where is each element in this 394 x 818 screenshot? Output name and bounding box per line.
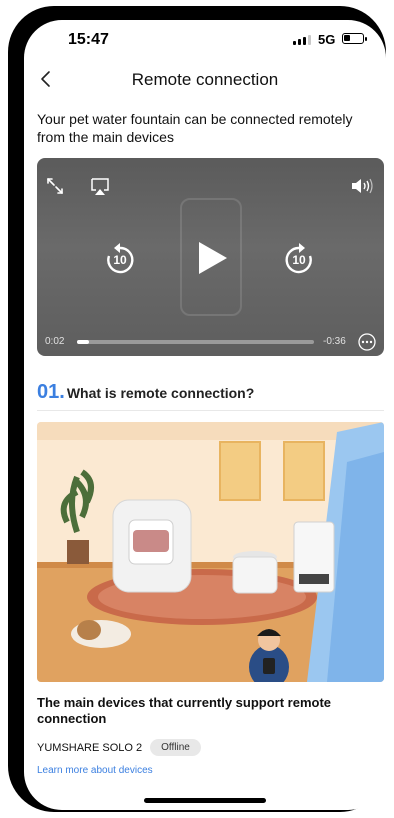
status-time: 15:47: [68, 31, 109, 48]
home-indicator[interactable]: [144, 798, 266, 803]
video-player[interactable]: 10 10 0:02 -0:36: [37, 158, 384, 356]
battery-icon: [342, 33, 367, 44]
skip-forward-label: 10: [292, 253, 306, 267]
section-title: What is remote connection?: [66, 385, 255, 401]
video-progress-bar[interactable]: [77, 340, 314, 344]
section-heading: 01. What is remote connection?: [37, 381, 254, 404]
device-name: YUMSHARE SOLO 2: [37, 741, 143, 754]
network-label: 5G: [318, 32, 336, 47]
learn-more-link[interactable]: Learn more about devices: [37, 765, 153, 776]
more-icon[interactable]: [358, 333, 376, 351]
skip-back-label: 10: [113, 253, 127, 267]
status-bar: 15:47 5G: [24, 20, 386, 60]
skip-forward-10-icon[interactable]: 10: [284, 242, 314, 276]
status-badge: Offline: [150, 739, 201, 756]
signal-icon: [293, 35, 311, 45]
video-current-time: 0:02: [45, 336, 65, 347]
nav-bar: Remote connection: [24, 66, 386, 96]
video-remaining-time: -0:36: [323, 336, 346, 347]
skip-back-10-icon[interactable]: 10: [105, 242, 135, 276]
phone-frame: 15:47 5G Remote connection Your pet wate…: [8, 6, 386, 812]
airplay-icon[interactable]: [89, 176, 111, 198]
section-number: 01.: [37, 381, 65, 403]
supported-devices-caption: The main devices that currently support …: [37, 695, 332, 726]
page-title: Remote connection: [131, 70, 279, 89]
devices-illustration: [37, 422, 384, 682]
intro-text: Your pet water fountain can be connected…: [37, 111, 353, 145]
device-row[interactable]: YUMSHARE SOLO 2 Offline: [37, 739, 201, 756]
divider: [37, 410, 384, 411]
fullscreen-icon[interactable]: [45, 176, 65, 196]
screen: 15:47 5G Remote connection Your pet wate…: [24, 20, 386, 810]
video-progress-fill: [77, 340, 89, 344]
volume-icon[interactable]: [349, 176, 375, 196]
play-icon[interactable]: [195, 240, 229, 276]
